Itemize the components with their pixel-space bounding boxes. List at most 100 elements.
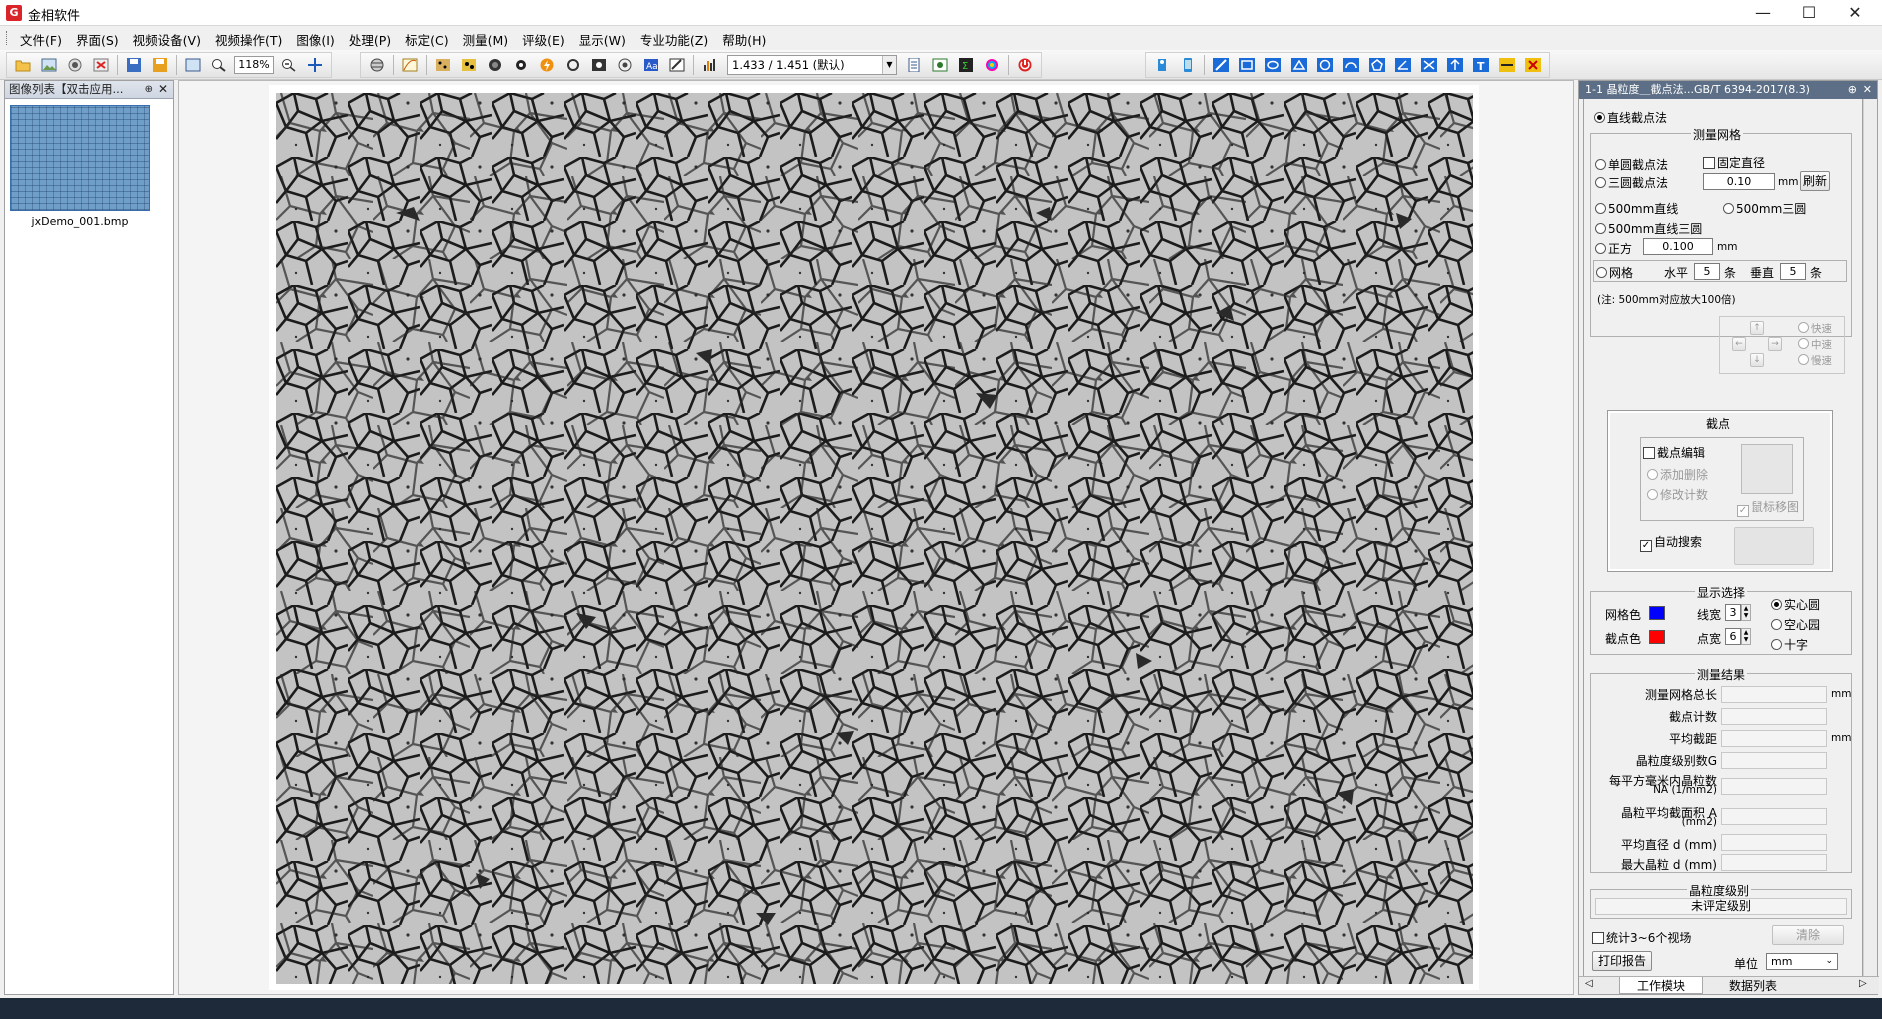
arc-tool-icon[interactable] bbox=[1340, 54, 1362, 76]
open-folder-icon[interactable] bbox=[12, 54, 34, 76]
menu-interface[interactable]: 界面(S) bbox=[70, 29, 125, 50]
fixed-diameter-option[interactable]: 固定直径 bbox=[1703, 154, 1765, 171]
lens-icon[interactable] bbox=[614, 54, 636, 76]
method-line-radio[interactable] bbox=[1594, 112, 1605, 123]
hollow-circle-radio[interactable] bbox=[1771, 619, 1782, 630]
speed-fast-option[interactable]: 快速 bbox=[1798, 321, 1832, 336]
square-radio[interactable] bbox=[1595, 243, 1606, 254]
hollow-circle-option[interactable]: 空心园 bbox=[1771, 616, 1820, 633]
move-right-icon[interactable]: → bbox=[1768, 337, 1782, 351]
stat-fields-checkbox[interactable] bbox=[1592, 932, 1604, 944]
ellipse-tool-icon[interactable] bbox=[1262, 54, 1284, 76]
image-thumbnail[interactable] bbox=[10, 105, 150, 211]
stat-fields-option[interactable]: 统计3~6个视场 bbox=[1592, 929, 1691, 946]
modify-count-radio[interactable] bbox=[1647, 489, 1658, 500]
grid-color-swatch[interactable] bbox=[1649, 606, 1665, 620]
menu-professional[interactable]: 专业功能(Z) bbox=[634, 29, 714, 50]
histogram-icon[interactable] bbox=[699, 54, 721, 76]
tab-scroll-right-icon[interactable]: ▷ bbox=[1859, 978, 1867, 989]
close-button[interactable]: ✕ bbox=[1832, 0, 1878, 26]
three-circle-option[interactable]: 三圆截点法 bbox=[1595, 174, 1668, 191]
menu-grip[interactable] bbox=[6, 31, 9, 45]
globe-icon[interactable] bbox=[484, 54, 506, 76]
mouse-move-checkbox[interactable]: ✓ bbox=[1737, 505, 1749, 517]
angle-measure-icon[interactable] bbox=[1392, 54, 1414, 76]
speed-mid-radio[interactable] bbox=[1798, 338, 1809, 349]
solid-circle-radio[interactable] bbox=[1771, 599, 1782, 610]
pin-icon[interactable]: ⊕ bbox=[1848, 81, 1857, 99]
point-width-spinner[interactable]: ▲ ▼ bbox=[1741, 628, 1751, 645]
unit-select[interactable]: mm ⌄ bbox=[1766, 953, 1838, 970]
print-report-button[interactable]: 打印报告 bbox=[1592, 951, 1652, 971]
line-tool-icon[interactable] bbox=[1210, 54, 1232, 76]
angle-tool-icon[interactable] bbox=[1288, 54, 1310, 76]
cross-option[interactable]: 十字 bbox=[1771, 636, 1808, 653]
fixed-diameter-checkbox[interactable] bbox=[1703, 157, 1715, 169]
maximize-button[interactable]: ☐ bbox=[1786, 0, 1832, 26]
image-info-icon[interactable] bbox=[929, 54, 951, 76]
horizontal-lines-input[interactable]: 5 bbox=[1694, 263, 1720, 280]
menu-rating[interactable]: 评级(E) bbox=[516, 29, 571, 50]
menu-measure[interactable]: 测量(M) bbox=[457, 29, 515, 50]
line-circle500-option[interactable]: 500mm直线三圆 bbox=[1595, 220, 1702, 237]
add-delete-radio[interactable] bbox=[1647, 469, 1658, 480]
close-panel-icon[interactable]: ✕ bbox=[158, 81, 168, 98]
menu-process[interactable]: 处理(P) bbox=[343, 29, 397, 50]
micrograph-image[interactable] bbox=[276, 93, 1473, 984]
circle-tool-icon[interactable] bbox=[1314, 54, 1336, 76]
method-line-option[interactable]: 直线截点法 bbox=[1594, 109, 1667, 126]
open-image-icon[interactable] bbox=[38, 54, 60, 76]
tab-work-module[interactable]: 工作模块 bbox=[1619, 977, 1703, 994]
zoom-out-icon[interactable] bbox=[278, 54, 300, 76]
sigma-icon[interactable]: Σ bbox=[955, 54, 977, 76]
power-icon[interactable] bbox=[1014, 54, 1036, 76]
single-circle-option[interactable]: 单圆截点法 bbox=[1595, 156, 1668, 173]
speed-fast-radio[interactable] bbox=[1798, 322, 1809, 333]
minimize-button[interactable]: — bbox=[1740, 0, 1786, 26]
solid-circle-option[interactable]: 实心圆 bbox=[1771, 596, 1820, 613]
move-up-icon[interactable]: ↑ bbox=[1750, 321, 1764, 335]
intercept-edit-checkbox[interactable] bbox=[1643, 447, 1655, 459]
square-option[interactable]: 正方 bbox=[1595, 240, 1632, 257]
zoom-in-icon[interactable] bbox=[208, 54, 230, 76]
document-icon[interactable] bbox=[903, 54, 925, 76]
flash-icon[interactable] bbox=[536, 54, 558, 76]
three-circle500-radio[interactable] bbox=[1723, 203, 1734, 214]
line-circle500-radio[interactable] bbox=[1595, 223, 1606, 234]
pin-icon[interactable]: ⊕ bbox=[145, 81, 153, 98]
speed-slow-radio[interactable] bbox=[1798, 354, 1809, 365]
zoom-level-field[interactable]: 118% bbox=[234, 56, 274, 74]
menu-help[interactable]: 帮助(H) bbox=[716, 29, 772, 50]
vertical-lines-input[interactable]: 5 bbox=[1780, 263, 1806, 280]
line500-radio[interactable] bbox=[1595, 203, 1606, 214]
panel-scrollbar[interactable] bbox=[1863, 99, 1877, 979]
phone-icon[interactable] bbox=[1177, 54, 1199, 76]
square-size-input[interactable]: 0.100 bbox=[1643, 238, 1713, 255]
point-color-swatch[interactable] bbox=[1649, 630, 1665, 644]
image-canvas-area[interactable] bbox=[178, 80, 1574, 995]
device-icon[interactable] bbox=[1151, 54, 1173, 76]
three-circle500-option[interactable]: 500mm三圆 bbox=[1723, 200, 1806, 217]
speed-slow-option[interactable]: 慢速 bbox=[1798, 353, 1832, 368]
save-as-icon[interactable] bbox=[149, 54, 171, 76]
add-delete-option[interactable]: 添加删除 bbox=[1647, 466, 1708, 483]
calibration-select[interactable]: 1.433 / 1.451 (默认) ▼ bbox=[727, 55, 897, 75]
move-down-icon[interactable]: ↓ bbox=[1750, 353, 1764, 367]
text-annotation-icon[interactable]: T bbox=[1470, 54, 1492, 76]
menu-video-device[interactable]: 视频设备(V) bbox=[127, 29, 207, 50]
cross-radio[interactable] bbox=[1771, 639, 1782, 650]
menu-calibrate[interactable]: 标定(C) bbox=[399, 29, 454, 50]
diameter-input[interactable]: 0.10 bbox=[1703, 173, 1775, 190]
menu-file[interactable]: 文件(F) bbox=[14, 29, 68, 50]
point-width-input[interactable]: 6 bbox=[1725, 628, 1741, 645]
cell-icon[interactable] bbox=[458, 54, 480, 76]
save-icon[interactable] bbox=[123, 54, 145, 76]
pan-icon[interactable] bbox=[304, 54, 326, 76]
grain-process-icon[interactable] bbox=[366, 54, 388, 76]
multi-point-icon[interactable] bbox=[1418, 54, 1440, 76]
delete-image-icon[interactable] bbox=[90, 54, 112, 76]
arrow-tool-icon[interactable] bbox=[1444, 54, 1466, 76]
fit-window-icon[interactable] bbox=[182, 54, 204, 76]
polygon-tool-icon[interactable] bbox=[1366, 54, 1388, 76]
text-tool-icon[interactable]: Aa bbox=[640, 54, 662, 76]
